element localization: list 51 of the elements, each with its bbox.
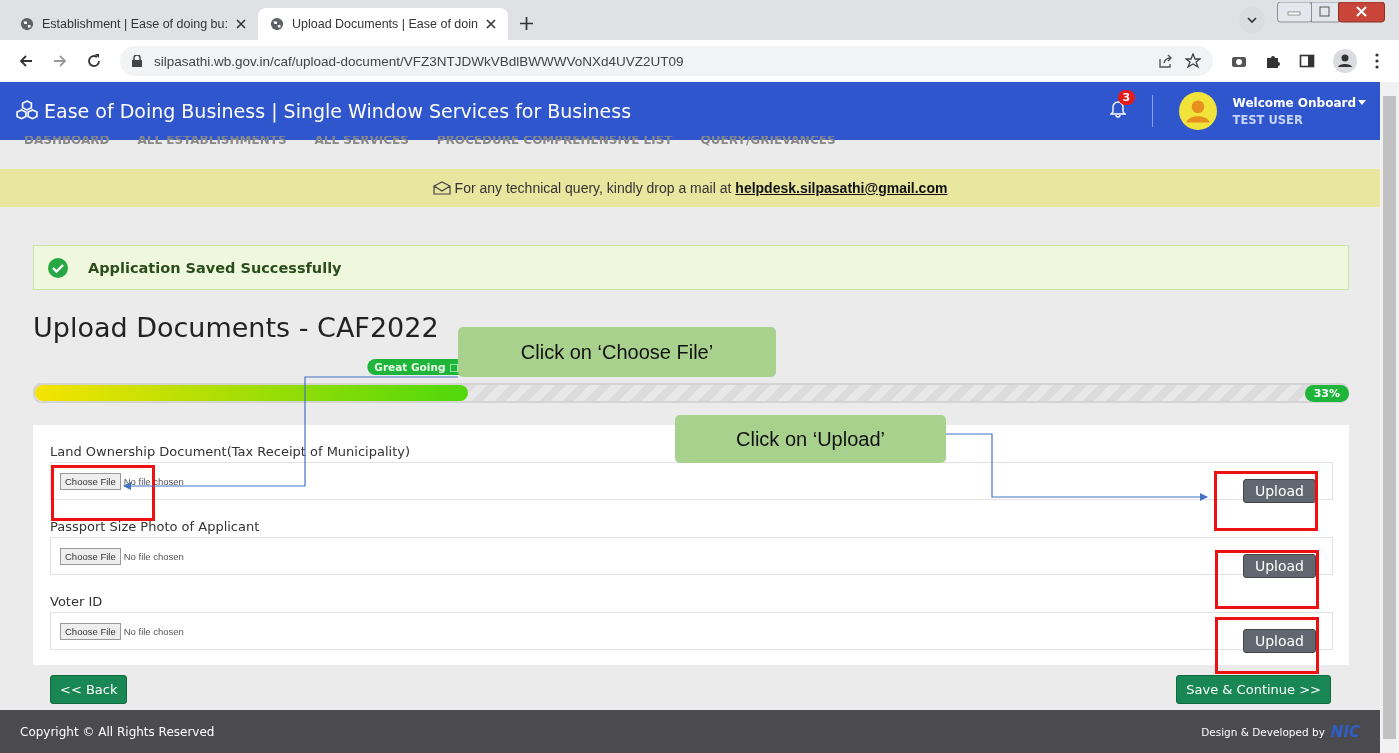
tab-title: Upload Documents | Ease of doin [292, 17, 478, 31]
forward-arrow-icon[interactable] [52, 53, 68, 69]
globe-icon [270, 17, 284, 31]
check-circle-icon [48, 257, 68, 278]
upload-button[interactable]: Upload [1242, 629, 1316, 653]
file-input[interactable]: Choose File No file chosen Upload [50, 537, 1333, 575]
envelope-icon [432, 181, 451, 195]
alert-message: Application Saved Successfully [88, 259, 342, 276]
share-icon[interactable] [1157, 53, 1173, 69]
globe-icon [20, 17, 34, 31]
side-panel-icon[interactable] [1299, 53, 1315, 69]
reload-icon[interactable] [86, 53, 102, 69]
page-title: Upload Documents - CAF2022 [33, 311, 440, 345]
email-link[interactable]: helpdesk.silpasathi@gmail.com [735, 180, 948, 196]
new-tab-icon[interactable] [520, 17, 533, 30]
scrollbar[interactable] [1380, 82, 1399, 753]
upload-button[interactable]: Upload [1242, 554, 1316, 578]
bell-icon[interactable] [1109, 100, 1126, 118]
document-label: Passport Size Photo of Applicant [50, 519, 261, 534]
credit-text: Design & Developed by [1201, 725, 1325, 738]
close-icon[interactable] [486, 19, 496, 29]
notification-count: 3 [1117, 90, 1136, 105]
file-input[interactable]: Choose File No file chosen Upload [50, 612, 1333, 650]
close-icon[interactable] [236, 19, 246, 29]
cubes-icon [16, 100, 38, 122]
browser-tab[interactable]: Upload Documents | Ease of doin [258, 8, 508, 40]
lock-icon [132, 55, 142, 67]
save-continue-button[interactable]: Save & Continue >> [1176, 675, 1331, 704]
menu-icon[interactable] [1375, 53, 1379, 69]
address-bar[interactable]: silpasathi.wb.gov.in/caf/upload-document/VFZ3NTJDWkVBdlBWWWVoNXd4UVZ2UT09 [120, 46, 1213, 76]
document-label: Voter ID [50, 594, 104, 609]
star-icon[interactable] [1185, 53, 1201, 69]
nic-logo: NIC [1330, 722, 1360, 741]
avatar-icon[interactable] [1178, 92, 1217, 130]
callout: Click on ‘Upload’ [675, 415, 946, 463]
tab-title: Establishment | Ease of doing bu: [42, 17, 228, 31]
back-button[interactable]: << Back [50, 675, 128, 704]
notice-text: For any technical query, kindly drop a mail at [454, 180, 732, 196]
caret-icon[interactable] [1358, 100, 1366, 105]
document-label: Land Ownership Document(Tax Receipt of Municipality) [50, 444, 411, 459]
puzzle-icon[interactable] [1265, 53, 1281, 69]
site-title: Ease of Doing Business | Single Window Services for Business [44, 100, 632, 122]
back-arrow-icon[interactable] [18, 53, 34, 69]
window-controls-icon[interactable] [1277, 2, 1385, 24]
browser-tab[interactable]: Establishment | Ease of doing bu: [8, 8, 258, 40]
profile-icon[interactable] [1333, 49, 1357, 73]
upload-button[interactable]: Upload [1242, 479, 1316, 503]
user-name: TEST USER [1232, 112, 1304, 127]
copyright-text: Copyright © All Rights Reserved [20, 724, 215, 739]
welcome-text[interactable]: Welcome Onboard [1232, 95, 1356, 110]
callout: Click on ‘Choose File’ [458, 327, 776, 377]
